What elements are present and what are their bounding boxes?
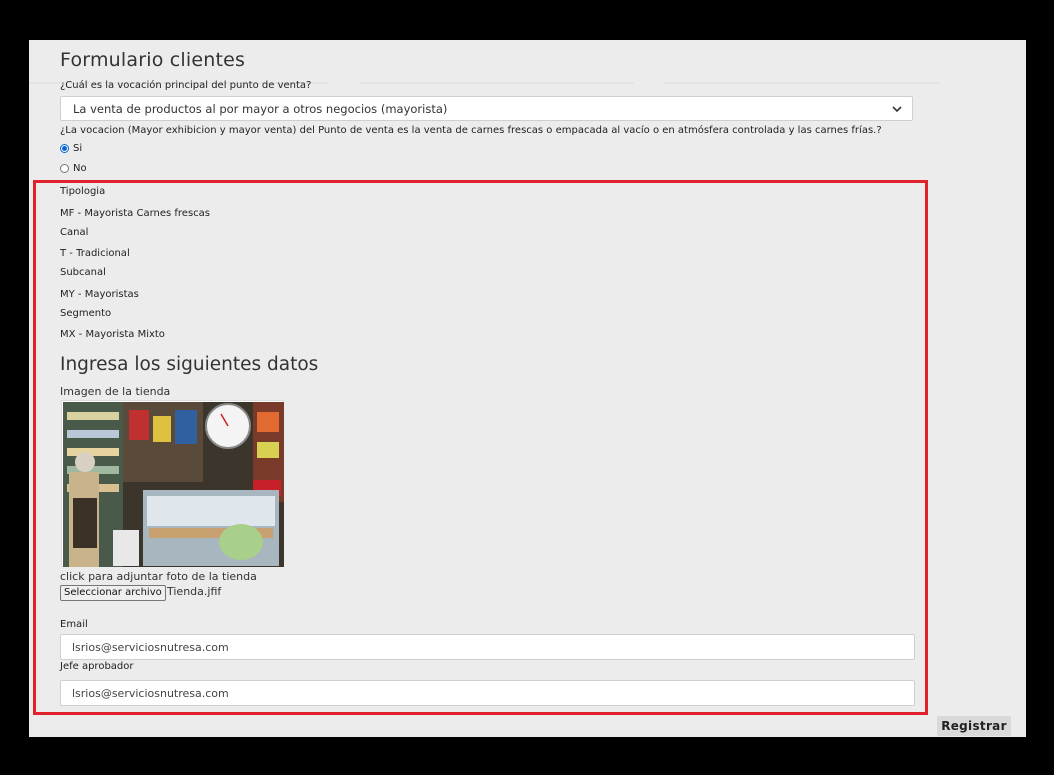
- vocacion-label: ¿Cuál es la vocación principal del punto…: [60, 80, 312, 91]
- radio-no[interactable]: [60, 164, 69, 173]
- radio-no-option[interactable]: No: [60, 163, 87, 174]
- top-divider: [664, 82, 939, 84]
- radio-no-label: No: [73, 163, 87, 174]
- carnes-question-label: ¿La vocacion (Mayor exhibicion y mayor v…: [60, 125, 882, 136]
- vocacion-select-value: La venta de productos al por mayor a otr…: [73, 102, 448, 116]
- page-title: Formulario clientes: [60, 49, 246, 71]
- registrar-button[interactable]: Registrar: [937, 716, 1011, 736]
- radio-si-label: Si: [73, 143, 83, 154]
- radio-si[interactable]: [60, 144, 69, 153]
- vocacion-select[interactable]: La venta de productos al por mayor a otr…: [60, 96, 913, 121]
- radio-si-option[interactable]: Si: [60, 143, 82, 154]
- highlight-box: [33, 180, 928, 715]
- chevron-down-icon: [892, 106, 902, 113]
- top-divider: [359, 82, 634, 84]
